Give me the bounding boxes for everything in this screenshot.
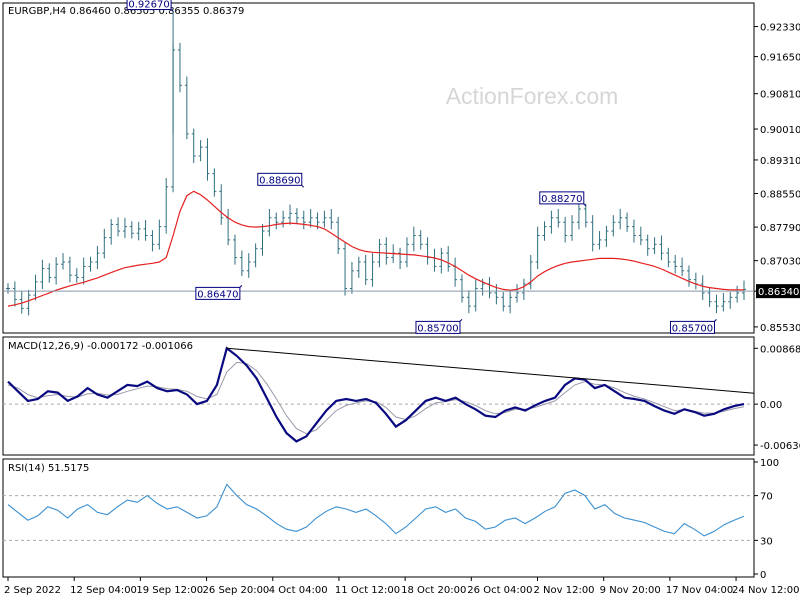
- price-panel: [2, 2, 755, 334]
- price-annotation-label: 0.85700: [672, 323, 713, 334]
- price-axis-label: 0.89310: [760, 156, 800, 167]
- eurgbp-h4-chart: ActionForex.com EURGBP,H4 0.86460 0.8650…: [0, 0, 800, 600]
- price-axis-label: 0.90810: [760, 90, 800, 101]
- time-axis-label: 9 Nov 20:00: [600, 585, 661, 596]
- price-annotation-label: 0.86470: [197, 289, 238, 300]
- time-axis-label: 19 Sep 12:00: [136, 585, 203, 596]
- time-axis-label: 18 Oct 20:00: [401, 585, 466, 596]
- time-axis-label: 2 Sep 2022: [4, 585, 61, 596]
- time-axis-label: 26 Oct 04:00: [467, 585, 532, 596]
- rsi-panel-title: RSI(14) 51.5175: [8, 463, 89, 474]
- price-axis-label: 0.85530: [760, 323, 800, 334]
- price-axis-label: 0.87790: [760, 223, 800, 234]
- time-axis-label: 12 Sep 04:00: [70, 585, 137, 596]
- price-annotation-label: 0.88690: [259, 175, 300, 186]
- price-annotation-label: 0.88270: [541, 194, 582, 205]
- time-axis-label: 17 Nov 04:00: [666, 585, 733, 596]
- rsi-axis-label: 70: [760, 492, 773, 503]
- rsi-axis-label: 0: [760, 570, 766, 581]
- time-axis-label: 4 Oct 04:00: [269, 585, 328, 596]
- macd-axis-label: 0.00: [760, 400, 782, 411]
- macd-axis-label: -0.006366: [760, 441, 800, 452]
- chart-canvas: ActionForex.com EURGBP,H4 0.86460 0.8650…: [2, 0, 800, 596]
- current-price-label: 0.86340: [758, 287, 799, 298]
- macd-axis-label: 0.008686: [760, 344, 800, 355]
- time-axis-label: 2 Nov 12:00: [533, 585, 594, 596]
- time-axis-label: 24 Nov 12:00: [732, 585, 799, 596]
- rsi-axis-label: 30: [760, 536, 773, 547]
- time-axis-label: 26 Sep 20:00: [203, 585, 270, 596]
- price-axis-label: 0.87030: [760, 257, 800, 268]
- macd-panel: [2, 336, 755, 456]
- price-axis-label: 0.90010: [760, 125, 800, 136]
- watermark: ActionForex.com: [446, 83, 619, 109]
- price-axis-label: 0.92330: [760, 23, 800, 34]
- price-axis-label: 0.88550: [760, 190, 800, 201]
- macd-panel-title: MACD(12,26,9) -0.000172 -0.001066: [8, 341, 193, 352]
- price-axis-label: 0.91650: [760, 53, 800, 64]
- price-panel-title: EURGBP,H4 0.86460 0.86505 0.86355 0.8637…: [8, 6, 244, 17]
- time-axis-label: 11 Oct 12:00: [335, 585, 400, 596]
- price-annotation-label: 0.85700: [417, 323, 458, 334]
- rsi-axis-label: 100: [760, 458, 779, 469]
- price-annotation-label: 0.92670: [128, 0, 169, 11]
